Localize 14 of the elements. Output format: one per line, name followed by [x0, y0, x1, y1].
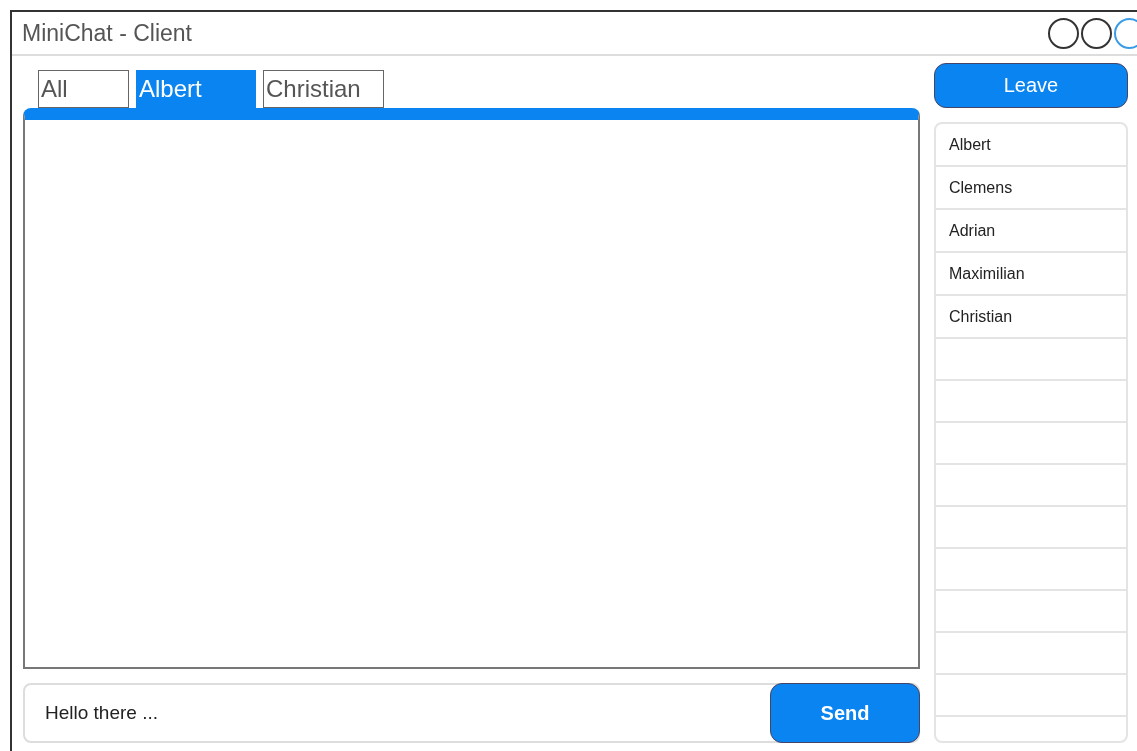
user-item[interactable]: Adrian	[936, 210, 1126, 253]
chat-tab[interactable]: All	[38, 70, 129, 108]
chat-tab[interactable]: Albert	[136, 70, 256, 108]
send-button[interactable]: Send	[770, 683, 920, 743]
circle-icon[interactable]	[1048, 17, 1079, 49]
message-field[interactable]: Hello there ... Send	[23, 683, 920, 743]
user-item[interactable]: Christian	[936, 296, 1126, 339]
chat-tab[interactable]: Christian	[263, 70, 384, 108]
window-title: MiniChat - Client	[22, 19, 192, 47]
user-item[interactable]: Albert	[936, 124, 1126, 167]
circle-icon[interactable]	[1081, 17, 1112, 49]
user-item[interactable]: Maximilian	[936, 253, 1126, 296]
leave-button[interactable]: Leave	[934, 63, 1128, 108]
user-item[interactable]: Clemens	[936, 167, 1126, 210]
